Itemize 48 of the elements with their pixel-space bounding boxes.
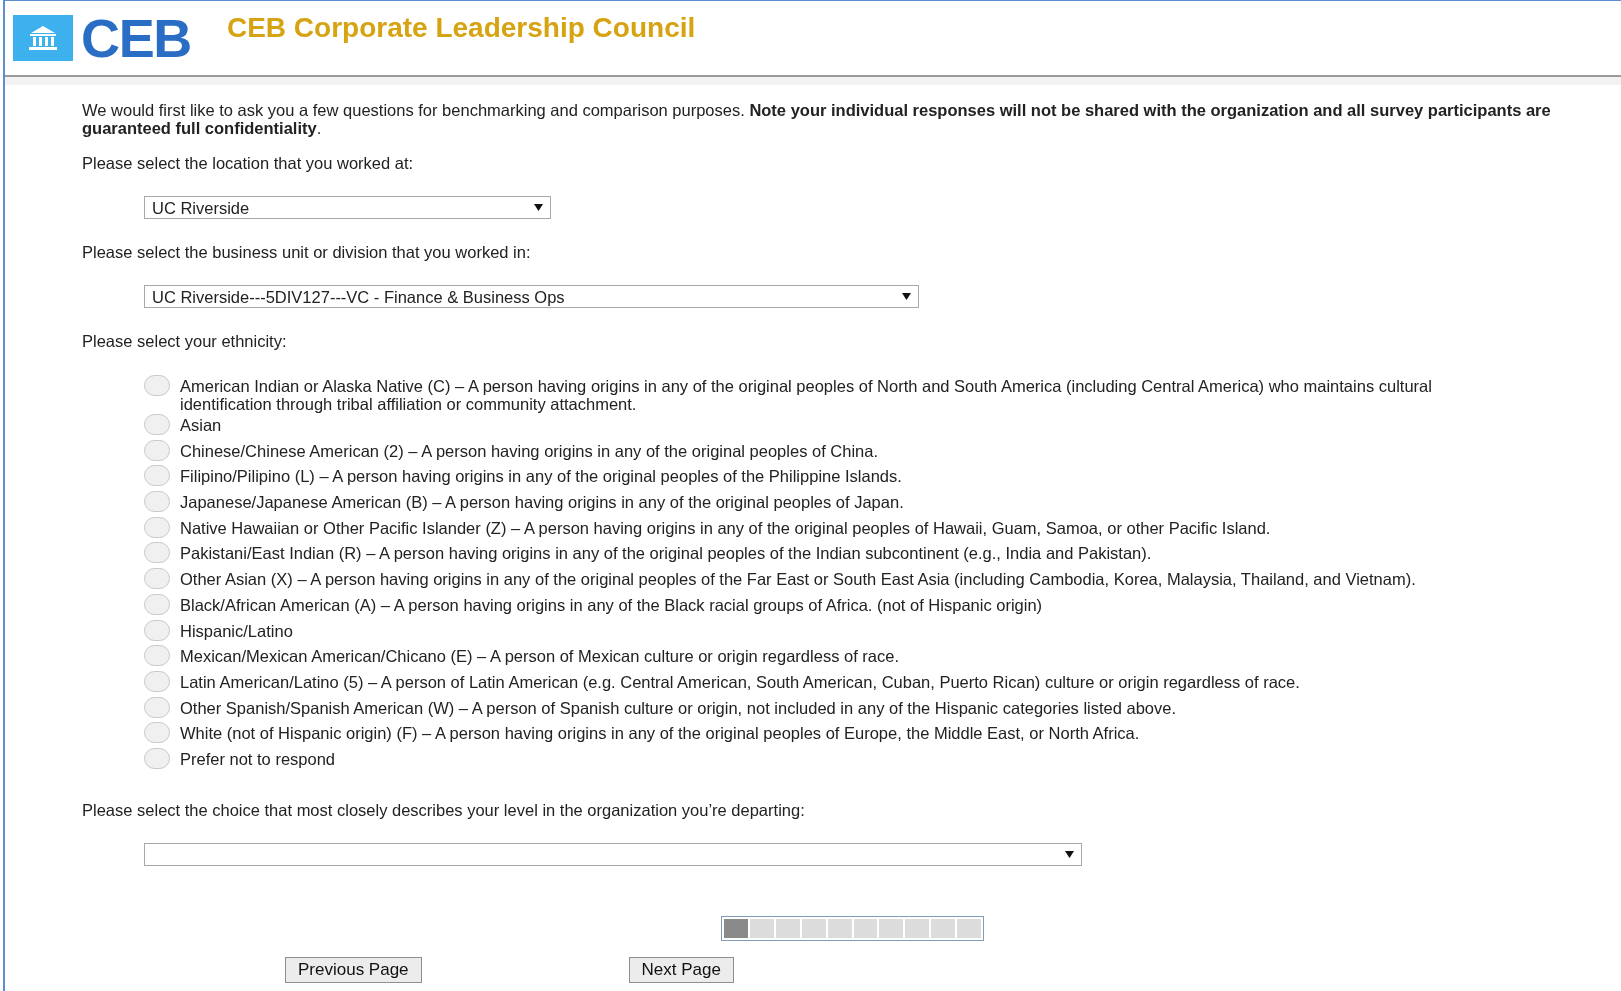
radio-button[interactable] <box>144 568 170 590</box>
dropdown-value: UC Riverside <box>152 198 250 217</box>
intro-text: We would first like to ask you a few questions for benchmarking and comparison purposes. Note your individual responses will not be shared with the organization and all survey participants are guaranteed full confidentiality. <box>82 101 1552 137</box>
caret-icon <box>1065 850 1074 858</box>
logo-text: CEB <box>81 11 191 65</box>
radio-button[interactable] <box>144 491 170 513</box>
caret-icon <box>534 204 543 211</box>
radio-button[interactable] <box>144 747 170 769</box>
next-page-button[interactable]: Next Page <box>628 956 734 983</box>
option-label: Black/African American (A) – A person having origins in any of the Black racial groups of Africa. (not of Hispanic origin) <box>180 595 1044 614</box>
radio-button[interactable] <box>144 375 170 396</box>
radio-button[interactable] <box>144 645 170 667</box>
option-label: Japanese/Japanese American (B) – A person having origins in any of the original peoples of Japan. <box>180 493 905 512</box>
dropdown[interactable]: UC Riverside <box>144 196 551 219</box>
site-title: CEB Corporate Leadership Council <box>226 11 696 45</box>
option-label: Pakistani/East Indian (R) – A person having origins in any of the original peoples of the Indian subcontinent (e.g., India and Pakistan). <box>180 544 1153 563</box>
question-prompt: Please select the choice that most closely describes your level in the organization you’re departing: <box>82 800 806 819</box>
question-prompt: Please select the location that you worked at: <box>82 154 415 172</box>
radio-button[interactable] <box>144 619 170 641</box>
caret-icon <box>902 293 911 300</box>
radio-button[interactable] <box>144 516 170 538</box>
option-label: Hispanic/Latino <box>180 621 294 640</box>
radio-button[interactable] <box>144 722 170 744</box>
dropdown-value: UC Riverside---5DIV127---VC - Finance & Business Ops <box>152 287 565 306</box>
radio-button[interactable] <box>144 414 170 435</box>
question-prompt: Please select the business unit or division that you worked in: <box>82 243 532 261</box>
option-label: Other Asian (X) – A person having origins in any of the original peoples of the Far East or South East Asia (including Cambodia, Korea, Malaysia, Thailand, and Vietnam). <box>180 570 1417 589</box>
option-label: Latin American/Latino (5) – A person of Latin American (e.g. Central American, South American, Cuban, Puerto Rican) culture or origin regardless of race. <box>180 672 1301 691</box>
radio-button[interactable] <box>144 670 170 692</box>
radio-button[interactable] <box>144 465 170 487</box>
dropdown[interactable] <box>144 842 1082 866</box>
option-label: Chinese/Chinese American (2) – A person having origins in any of the original peoples of China. <box>180 441 879 460</box>
radio-button[interactable] <box>144 542 170 564</box>
option-label: Asian <box>180 416 223 434</box>
bank-icon <box>13 15 73 61</box>
question-prompt: Please select your ethnicity: <box>82 332 288 350</box>
previous-page-button[interactable]: Previous Page <box>285 956 422 983</box>
option-label: Prefer not to respond <box>180 749 336 768</box>
dropdown[interactable]: UC Riverside---5DIV127---VC - Finance & Business Ops <box>144 285 919 308</box>
option-label: Filipino/Pilipino (L) – A person having origins in any of the original peoples of the Philippine Islands. <box>180 467 903 486</box>
option-label: White (not of Hispanic origin) (F) – A person having origins in any of the original peoples of Europe, the Middle East, or North Africa. <box>180 724 1141 743</box>
radio-button[interactable] <box>144 439 170 461</box>
radio-button[interactable] <box>144 593 170 615</box>
radio-button[interactable] <box>144 696 170 718</box>
option-label: American Indian or Alaska Native (C) – A person having origins in any of the original peoples of North and South America (including Central America) who maintains cultural identification through tribal affiliation or community attachment. <box>180 377 1433 413</box>
option-label: Native Hawaiian or Other Pacific Islander (Z) – A person having origins in any of the original peoples of Hawaii, Guam, Samoa, or other Pacific Island. <box>180 518 1272 537</box>
option-label: Mexican/Mexican American/Chicano (E) – A person of Mexican culture or origin regardless of race. <box>180 647 900 666</box>
option-label: Other Spanish/Spanish American (W) – A person of Spanish culture or origin, not included in any of the Hispanic categories listed above. <box>180 698 1178 717</box>
